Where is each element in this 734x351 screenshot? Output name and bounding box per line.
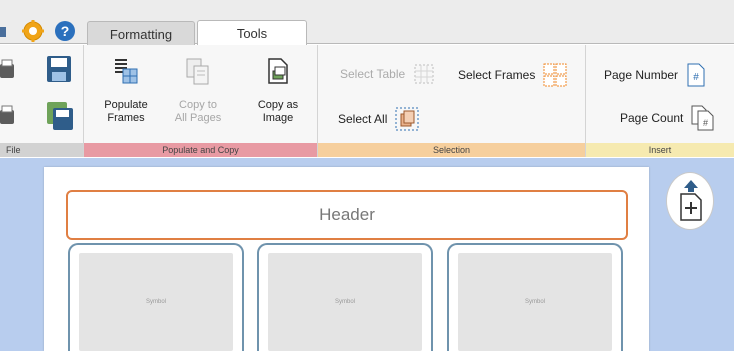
page-count-button[interactable]: Page Count # xyxy=(620,105,715,131)
ribbon: File Populate Frames Copy to All Pages C… xyxy=(0,45,734,157)
header-frame[interactable]: Header xyxy=(66,190,628,240)
page-number-icon: # xyxy=(687,63,705,87)
copy-image-icon xyxy=(268,58,288,84)
print-preview-icon[interactable] xyxy=(0,105,16,129)
symbol-frame[interactable]: Symbol xyxy=(257,243,433,351)
select-table-icon xyxy=(414,64,434,84)
add-page-button[interactable] xyxy=(666,172,714,230)
select-frames-icon xyxy=(543,63,567,87)
select-all-icon xyxy=(395,107,419,131)
selection-group-label: Selection xyxy=(318,143,585,157)
print-icon[interactable] xyxy=(0,58,16,84)
save-icon[interactable] xyxy=(46,55,72,83)
tools-shortcut-icon[interactable] xyxy=(0,24,10,40)
settings-gear-icon[interactable] xyxy=(22,20,44,42)
populate-copy-group-label: Populate and Copy xyxy=(84,143,317,157)
page-number-button[interactable]: Page Number # xyxy=(604,63,706,87)
select-table-label: Select Table xyxy=(340,67,406,81)
symbol-placeholder: Symbol xyxy=(79,253,233,351)
add-page-icon xyxy=(680,180,702,221)
select-frames-button[interactable]: Select Frames xyxy=(458,63,567,87)
copy-to-pages-icon xyxy=(186,58,209,85)
insert-group-label: Insert xyxy=(586,143,734,157)
copy-to-all-pages-label: Copy to All Pages xyxy=(174,99,222,124)
selection-group: Select Table Select Frames Select All Se… xyxy=(318,45,586,157)
svg-text:?: ? xyxy=(61,23,70,39)
page-count-label: Page Count xyxy=(620,111,684,125)
populate-frames-icon xyxy=(115,59,138,84)
select-table-button[interactable]: Select Table xyxy=(340,63,435,85)
populate-frames-button[interactable]: Populate Frames xyxy=(100,49,152,141)
tab-formatting[interactable]: Formatting xyxy=(87,21,195,46)
ribbon-tab-bar: ? Formatting Tools xyxy=(0,0,734,46)
copy-as-image-label: Copy as Image xyxy=(257,99,299,124)
symbol-frame[interactable]: Symbol xyxy=(68,243,244,351)
help-icon[interactable]: ? xyxy=(54,20,76,42)
copy-to-all-pages-button[interactable]: Copy to All Pages xyxy=(172,49,224,141)
file-group: File xyxy=(0,45,84,157)
symbol-placeholder: Symbol xyxy=(458,253,612,351)
select-frames-label: Select Frames xyxy=(458,68,536,82)
select-all-button[interactable]: Select All xyxy=(338,107,419,131)
populate-copy-group: Populate Frames Copy to All Pages Copy a… xyxy=(84,45,318,157)
tab-tools[interactable]: Tools xyxy=(197,20,307,46)
page-number-label: Page Number xyxy=(604,68,679,82)
page-count-icon: # xyxy=(691,105,714,131)
select-all-label: Select All xyxy=(338,112,388,126)
save-all-icon[interactable] xyxy=(46,101,74,131)
svg-text:#: # xyxy=(703,118,708,128)
symbol-frame[interactable]: Symbol xyxy=(447,243,623,351)
copy-as-image-button[interactable]: Copy as Image xyxy=(252,49,304,141)
symbol-placeholder: Symbol xyxy=(268,253,422,351)
file-group-label: File xyxy=(0,143,83,157)
populate-frames-label: Populate Frames xyxy=(104,99,148,124)
svg-text:#: # xyxy=(693,72,699,83)
insert-group: Page Number # Page Count # Insert xyxy=(586,45,734,157)
